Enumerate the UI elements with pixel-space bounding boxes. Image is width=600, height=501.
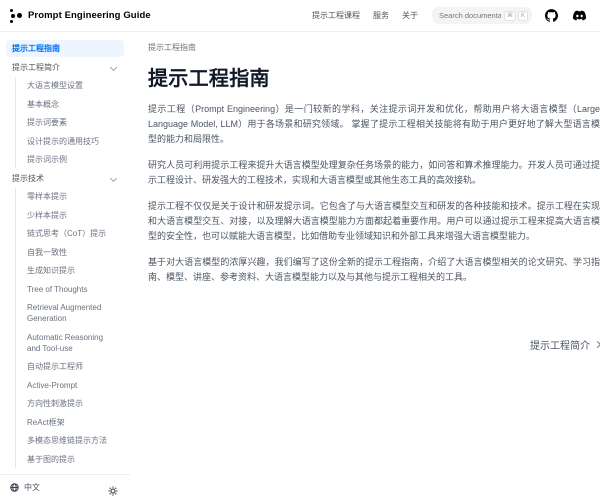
sidebar-item-label: ReAct框架 [27, 417, 65, 428]
sidebar-item-consistency[interactable]: 自我一致性 [21, 244, 124, 261]
sidebar-item-label: Automatic Reasoning and Tool-use [27, 332, 118, 354]
sidebar-item-techniques[interactable]: 提示技术 [6, 170, 124, 187]
sidebar-item-label: 提示工程简介 [12, 62, 60, 73]
sidebar-group-introduction: 大语言模型设置 基本概念 提示词要素 设计提示的通用技巧 提示词示例 [15, 77, 124, 168]
sidebar-item-rag[interactable]: Retrieval Augmented Generation [21, 299, 124, 327]
sidebar-item-label: 提示工程指南 [12, 43, 60, 54]
shortcut-mod-key: ⌘ [504, 11, 516, 21]
github-icon[interactable] [544, 9, 558, 23]
sidebar-item-label: 设计提示的通用技巧 [27, 136, 99, 147]
sidebar-item-ape[interactable]: 自动提示工程师 [21, 358, 124, 375]
sidebar-item-guide[interactable]: 提示工程指南 [6, 40, 124, 57]
sidebar-item-knowledge[interactable]: 生成知识提示 [21, 262, 124, 279]
theme-toggle-icon[interactable] [108, 483, 118, 493]
sidebar-item-label: 多模态思维链提示方法 [27, 435, 107, 446]
sidebar-item-label: 生成知识提示 [27, 265, 75, 276]
sidebar-item-zeroshot[interactable]: 零样本提示 [21, 188, 124, 205]
sidebar-item-label: 提示技术 [12, 173, 44, 184]
sidebar-item-cot[interactable]: 链式思考（CoT）提示 [21, 225, 124, 242]
main-content: 提示工程指南 提示工程指南 提示工程（Prompt Engineering）是一… [130, 32, 600, 500]
next-page-label: 提示工程简介 [530, 337, 590, 352]
sidebar-item-label: 方向性刺激提示 [27, 398, 83, 409]
sidebar-item-graph[interactable]: 基于图的提示 [21, 451, 124, 468]
header: Prompt Engineering Guide 提示工程课程 服务 关于 ⌘ … [0, 0, 600, 32]
search-input[interactable] [439, 11, 501, 20]
globe-icon [10, 483, 19, 492]
language-switcher[interactable]: 中文 [10, 482, 108, 493]
chevron-down-icon [110, 63, 117, 70]
header-nav: 提示工程课程 服务 关于 [312, 10, 418, 21]
sidebar-group-techniques: 零样本提示 少样本提示 链式思考（CoT）提示 自我一致性 生成知识提示 Tre… [15, 188, 124, 468]
paragraph-2: 研究人员可利用提示工程来提升大语言模型处理复杂任务场景的能力，如问答和算术推理能… [148, 158, 600, 188]
chevron-right-icon [594, 341, 600, 348]
sidebar: 提示工程指南 提示工程简介 大语言模型设置 基本概念 提示词要素 设计提示的通用… [0, 32, 130, 474]
page-title: 提示工程指南 [148, 62, 584, 91]
sidebar-item-basics[interactable]: 基本概念 [21, 96, 124, 113]
sidebar-item-art[interactable]: Automatic Reasoning and Tool-use [21, 329, 124, 357]
search-shortcut: ⌘ K [504, 11, 528, 21]
sidebar-item-label: 零样本提示 [27, 191, 67, 202]
sidebar-item-label: 提示词示例 [27, 154, 67, 165]
sidebar-item-tot[interactable]: Tree of Thoughts [21, 281, 124, 298]
sidebar-item-introduction[interactable]: 提示工程简介 [6, 59, 124, 76]
site-title: Prompt Engineering Guide [28, 10, 151, 21]
sidebar-item-label: 链式思考（CoT）提示 [27, 228, 106, 239]
discord-icon[interactable] [572, 9, 586, 23]
paragraph-3: 提示工程不仅仅是关于设计和研发提示词。它包含了与大语言模型交互和研发的各种技能和… [148, 199, 600, 244]
site-logo[interactable]: Prompt Engineering Guide [10, 9, 151, 23]
sidebar-item-label: 基本概念 [27, 99, 59, 110]
sidebar-item-fewshot[interactable]: 少样本提示 [21, 207, 124, 224]
breadcrumb[interactable]: 提示工程指南 [148, 42, 584, 53]
sidebar-item-label: 自我一致性 [27, 247, 67, 258]
sidebar-item-llm-settings[interactable]: 大语言模型设置 [21, 77, 124, 94]
next-page-link[interactable]: 提示工程简介 [530, 337, 600, 352]
sidebar-item-label: 自动提示工程师 [27, 361, 83, 372]
sidebar-item-tips[interactable]: 设计提示的通用技巧 [21, 133, 124, 150]
sidebar-item-label: Retrieval Augmented Generation [27, 302, 118, 324]
sidebar-item-dsp[interactable]: 方向性刺激提示 [21, 395, 124, 412]
paragraph-4: 基于对大语言模型的浓厚兴趣，我们编写了这份全新的提示工程指南，介绍了大语言模型相… [148, 255, 600, 285]
logo-dots-icon [10, 9, 22, 23]
nav-link-about[interactable]: 关于 [402, 10, 418, 21]
sidebar-item-elements[interactable]: 提示词要素 [21, 114, 124, 131]
sidebar-item-activeprompt[interactable]: Active-Prompt [21, 377, 124, 394]
sidebar-item-react[interactable]: ReAct框架 [21, 414, 124, 431]
sidebar-item-label: 少样本提示 [27, 210, 67, 221]
sidebar-item-label: 基于图的提示 [27, 454, 75, 465]
sidebar-footer: 中文 [0, 474, 130, 500]
pagination: 提示工程简介 [148, 337, 600, 352]
shortcut-letter-key: K [518, 11, 528, 21]
nav-link-course[interactable]: 提示工程课程 [312, 10, 360, 21]
sidebar-item-label: Active-Prompt [27, 380, 77, 391]
sidebar-item-multimodal-cot[interactable]: 多模态思维链提示方法 [21, 432, 124, 449]
sidebar-item-label: Tree of Thoughts [27, 284, 87, 295]
language-label: 中文 [24, 482, 40, 493]
sidebar-item-label: 提示词要素 [27, 117, 67, 128]
sidebar-item-label: 大语言模型设置 [27, 80, 83, 91]
search-box[interactable]: ⌘ K [432, 7, 532, 24]
paragraph-1: 提示工程（Prompt Engineering）是一门较新的学科，关注提示词开发… [148, 102, 600, 147]
nav-link-services[interactable]: 服务 [373, 10, 389, 21]
sidebar-item-examples[interactable]: 提示词示例 [21, 151, 124, 168]
chevron-down-icon [110, 174, 117, 181]
